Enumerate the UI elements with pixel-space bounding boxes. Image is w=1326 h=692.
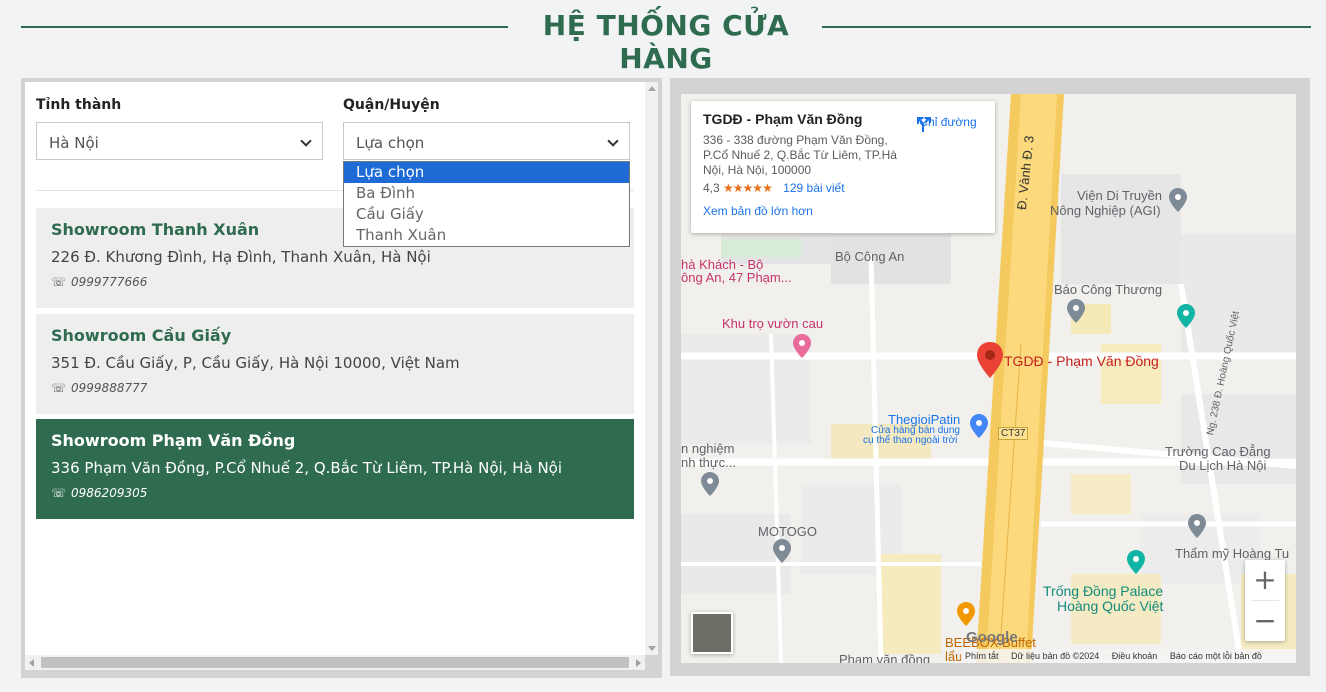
map-label: lẩu — [945, 649, 963, 663]
map-label: Nông Nghiệp (AGI) — [1050, 203, 1161, 218]
map-label: Thẩm mỹ Hoàng Tu — [1175, 546, 1290, 561]
scroll-down-icon[interactable] — [648, 646, 656, 651]
store-list-scroll-area[interactable]: Tỉnh thành Hà Nội Quận/Huyện Lựa chọn Sh… — [25, 82, 645, 655]
map-label: Du Lịch Hà Nội — [1179, 458, 1267, 473]
scroll-left-icon[interactable] — [29, 659, 34, 667]
map-label: Phạm văn đồng — [839, 652, 931, 663]
place-marker-icon[interactable] — [773, 539, 791, 563]
store-name: Showroom Cầu Giấy — [51, 326, 232, 345]
map-panel: Đ. Vành Đ. 3 Viện Di Truyền Nông Nghiệp … — [670, 78, 1310, 676]
place-address: 336 - 338 đường Phạm Văn Đồng, P.Cổ Nhuế… — [703, 133, 897, 177]
scrollbar-thumb[interactable] — [41, 657, 629, 668]
store-item-pham-van-dong[interactable]: Showroom Phạm Văn Đồng 336 Phạm Văn Đồng… — [36, 419, 634, 519]
report-error-link[interactable]: Báo cáo một lỗi bản đồ — [1170, 651, 1262, 661]
place-marker-icon[interactable] — [1169, 188, 1187, 212]
store-address: 226 Đ. Khương Đình, Hạ Đình, Thanh Xuân,… — [51, 248, 431, 266]
reviews-link[interactable]: 129 bài viết — [783, 181, 844, 195]
place-marker-icon[interactable] — [793, 334, 811, 358]
directions-button[interactable]: Chỉ đường — [913, 115, 983, 132]
phone-icon: ☏ — [51, 381, 67, 395]
map-footer: Phím tắt Dữ liệu bản đồ ©2024 Điều khoản… — [961, 649, 1296, 663]
province-label: Tỉnh thành — [36, 97, 122, 113]
place-marker-icon[interactable] — [1188, 514, 1206, 538]
district-option[interactable]: Cầu Giấy — [344, 204, 629, 225]
district-select[interactable]: Lựa chọn — [343, 122, 630, 160]
store-phone: ☏ 0999777666 — [51, 275, 148, 289]
place-info-card: TGDĐ - Phạm Văn Đồng 336 - 338 đường Phạ… — [691, 101, 995, 233]
map-label: nh thực... — [681, 455, 736, 470]
place-marker-icon[interactable] — [1177, 304, 1195, 328]
place-marker-icon[interactable] — [1067, 299, 1085, 323]
directions-icon — [917, 117, 931, 132]
map-pin-label: TGDĐ - Phạm Văn Đồng — [1004, 353, 1159, 369]
store-item-cau-giay[interactable]: Showroom Cầu Giấy 351 Đ. Cầu Giấy, P, Cầ… — [36, 314, 634, 414]
satellite-toggle-button[interactable] — [691, 612, 733, 654]
section-heading: HỆ THỐNG CỬA HÀNG — [21, 0, 1311, 75]
scroll-right-icon[interactable] — [636, 659, 641, 667]
store-list-panel: Tỉnh thành Hà Nội Quận/Huyện Lựa chọn Sh… — [21, 78, 662, 678]
province-select[interactable]: Hà Nội — [36, 122, 323, 160]
map-label: ông An, 47 Phạm... — [681, 270, 792, 285]
map-label: Trống Đồng Palace — [1043, 583, 1164, 599]
store-phone: ☏ 0999888777 — [51, 381, 148, 395]
vertical-scrollbar[interactable] — [645, 82, 658, 655]
zoom-in-button[interactable]: + — [1245, 560, 1285, 600]
map-label: cụ thể thao ngoài trời — [863, 435, 958, 446]
map-data-attribution: Dữ liệu bản đồ ©2024 — [1011, 651, 1100, 661]
place-marker-icon[interactable] — [970, 414, 988, 438]
district-dropdown-list: Lựa chọn Ba Đình Cầu Giấy Thanh Xuân — [343, 161, 630, 247]
zoom-controls: + − — [1245, 560, 1285, 641]
heading-divider-left — [21, 26, 508, 28]
province-select-value: Hà Nội — [49, 134, 99, 152]
chevron-down-icon — [607, 135, 619, 147]
star-rating-icon: ★★★★★ — [723, 181, 773, 195]
map-label: MOTOGO — [758, 524, 817, 539]
google-map[interactable]: Đ. Vành Đ. 3 Viện Di Truyền Nông Nghiệp … — [681, 94, 1296, 663]
phone-icon: ☏ — [51, 275, 67, 289]
map-label: Hoàng Quốc Việt — [1057, 598, 1164, 614]
zoom-out-button[interactable]: − — [1245, 601, 1285, 641]
store-address: 351 Đ. Cầu Giấy, P, Cầu Giấy, Hà Nội 100… — [51, 354, 460, 372]
map-label: n nghiệm — [681, 441, 735, 456]
store-name: Showroom Phạm Văn Đồng — [51, 431, 296, 450]
district-label: Quận/Huyện — [343, 97, 440, 113]
map-label: Bộ Công An — [835, 249, 905, 264]
scroll-up-icon[interactable] — [648, 86, 656, 91]
route-badge: CT37 — [998, 427, 1029, 440]
place-marker-icon[interactable] — [957, 602, 975, 626]
keyboard-shortcuts-link[interactable]: Phím tắt — [965, 651, 999, 661]
map-label: Viện Di Truyền — [1077, 188, 1163, 203]
place-marker-icon[interactable] — [701, 472, 719, 496]
district-select-value: Lựa chọn — [356, 134, 425, 152]
store-phone: ☏ 0986209305 — [51, 486, 148, 500]
heading-divider-right — [822, 26, 1311, 28]
google-logo: Google — [966, 629, 1018, 646]
horizontal-scrollbar[interactable] — [25, 655, 645, 670]
store-address: 336 Phạm Văn Đồng, P.Cổ Nhuế 2, Q.Bắc Từ… — [51, 459, 563, 477]
place-marker-icon[interactable] — [1127, 550, 1145, 574]
map-label: Báo Công Thương — [1054, 282, 1163, 297]
district-option[interactable]: Thanh Xuân — [344, 225, 629, 246]
phone-icon: ☏ — [51, 486, 67, 500]
map-label: Khu trọ vườn cau — [722, 316, 824, 331]
district-option[interactable]: Ba Đình — [344, 183, 629, 204]
terms-link[interactable]: Điều khoản — [1112, 651, 1158, 661]
page-title: HỆ THỐNG CỬA HÀNG — [542, 9, 790, 75]
larger-map-link[interactable]: Xem bản đồ lớn hơn — [703, 204, 983, 218]
map-pin-icon[interactable] — [977, 342, 1003, 378]
place-rating: 4,3 ★★★★★ 129 bài viết — [703, 181, 845, 195]
map-label: Trường Cao Đẳng — [1165, 444, 1271, 459]
district-option[interactable]: Lựa chọn — [344, 162, 629, 183]
chevron-down-icon — [300, 135, 312, 147]
